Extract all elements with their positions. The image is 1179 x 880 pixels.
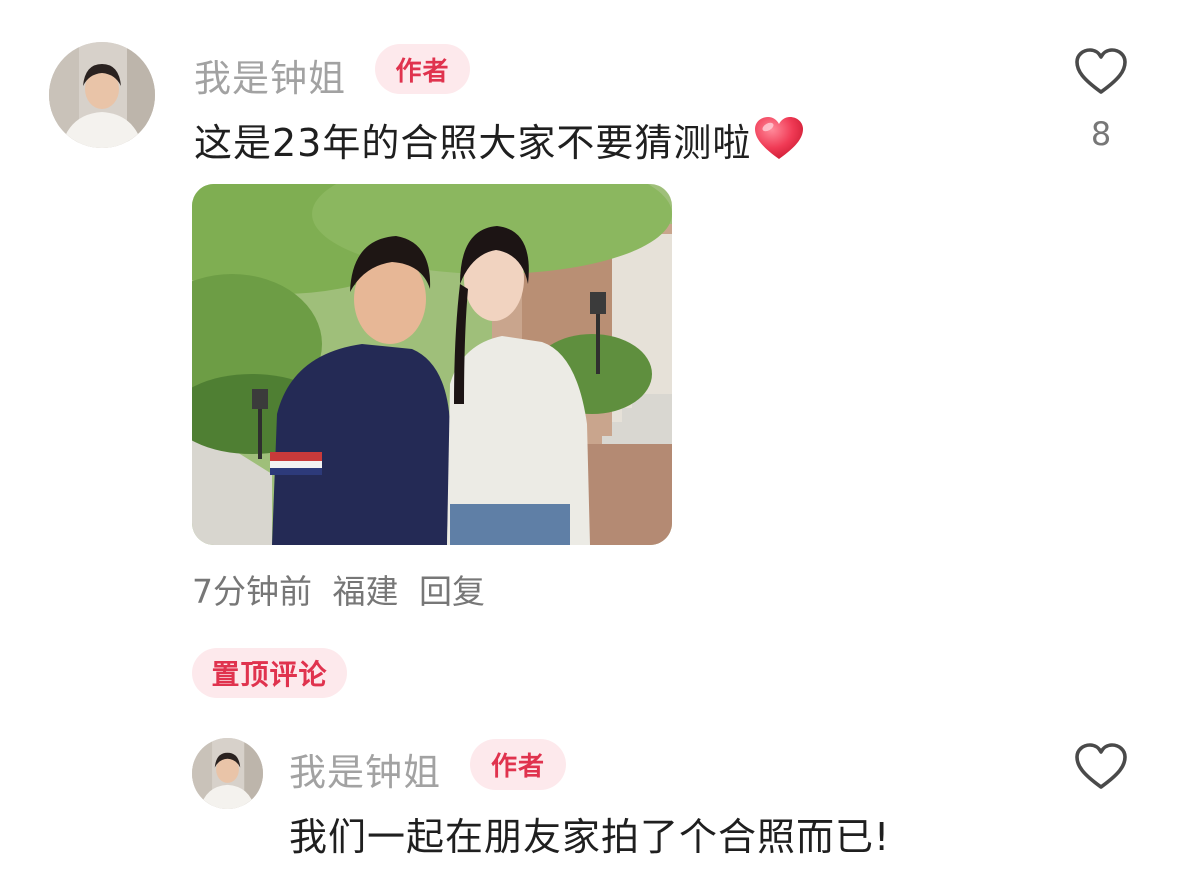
heart-emoji-icon <box>753 116 805 171</box>
avatar[interactable] <box>49 42 155 148</box>
pinned-comment-badge: 置顶评论 <box>192 648 347 698</box>
author-name[interactable]: 我是钟姐 <box>194 48 346 102</box>
reply-button[interactable]: 回复 <box>419 572 485 611</box>
author-badge: 作者 <box>375 44 470 94</box>
heart-outline-icon[interactable] <box>1073 47 1129 97</box>
reply-author-name[interactable]: 我是钟姐 <box>289 742 441 796</box>
comment-location: 福建 <box>332 572 399 611</box>
comment-meta: 7分钟前 福建 回复 <box>192 565 495 613</box>
reply-avatar[interactable] <box>192 738 263 809</box>
comment-time: 7分钟前 <box>192 572 312 611</box>
reply-text: 我们一起在朋友家拍了个合照而已! <box>289 815 891 859</box>
reply-author-badge: 作者 <box>470 739 566 790</box>
heart-outline-icon[interactable] <box>1073 742 1129 792</box>
comment-text-content: 这是23年的合照大家不要猜测啦 <box>194 121 752 165</box>
comment-text: 这是23年的合照大家不要猜测啦 <box>194 112 805 171</box>
like-count: 8 <box>1090 115 1112 153</box>
comment-photo[interactable] <box>192 184 672 545</box>
